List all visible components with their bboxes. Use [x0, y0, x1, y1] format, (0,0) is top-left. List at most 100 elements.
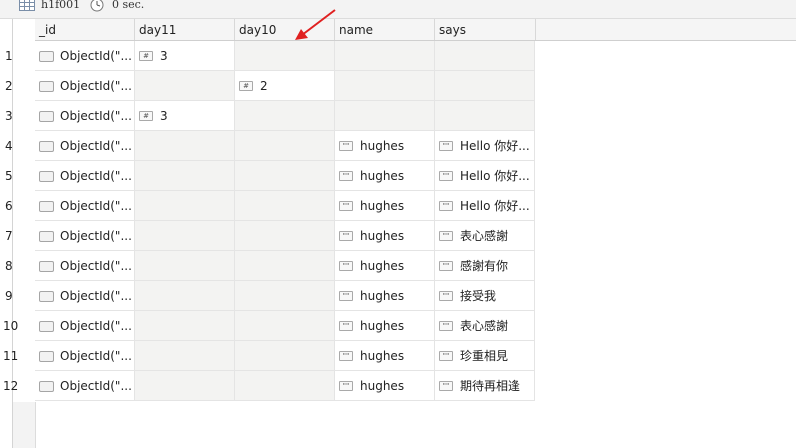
- string-type-icon: "": [339, 291, 353, 301]
- cell-id[interactable]: ObjectId("...: [35, 281, 135, 311]
- cell-id[interactable]: ObjectId("...: [35, 161, 135, 191]
- cell-id[interactable]: ObjectId("...: [35, 41, 135, 71]
- cell-id[interactable]: ObjectId("...: [35, 71, 135, 101]
- row-number[interactable]: 10: [0, 311, 34, 341]
- cell-day10[interactable]: [235, 161, 335, 191]
- cell-name[interactable]: "" hughes: [335, 131, 435, 161]
- cell-day11[interactable]: [135, 341, 235, 371]
- cell-day11[interactable]: [135, 71, 235, 101]
- cell-day10[interactable]: [235, 341, 335, 371]
- cell-says[interactable]: "" 感謝有你: [435, 251, 535, 281]
- cell-name[interactable]: "" hughes: [335, 341, 435, 371]
- cell-day10[interactable]: [235, 221, 335, 251]
- number-type-icon: #: [239, 81, 253, 91]
- cell-day11[interactable]: #3: [135, 41, 235, 71]
- row-number-gutter: 1 2 3 4 5 6 7 8 9 10 11 12: [0, 19, 18, 448]
- cell-id[interactable]: ObjectId("...: [35, 251, 135, 281]
- query-time: 0 sec.: [112, 0, 145, 11]
- cell-id[interactable]: ObjectId("...: [35, 341, 135, 371]
- cell-day11[interactable]: [135, 311, 235, 341]
- cell-says[interactable]: "" Hello 你好...: [435, 131, 535, 161]
- cell-says[interactable]: "" 表心感謝: [435, 221, 535, 251]
- cell-says[interactable]: "" 珍重相見: [435, 341, 535, 371]
- cell-value: 感謝有你: [460, 259, 509, 273]
- row-number[interactable]: 9: [0, 281, 34, 311]
- cell-day11[interactable]: [135, 191, 235, 221]
- row-number[interactable]: 3: [0, 101, 34, 131]
- table-row[interactable]: ObjectId("... #2: [35, 71, 535, 101]
- row-number[interactable]: 2: [0, 71, 34, 101]
- column-header-says[interactable]: says: [435, 19, 536, 40]
- cell-value: ObjectId("...: [60, 79, 132, 93]
- cell-day10[interactable]: [235, 191, 335, 221]
- cell-says[interactable]: "" 接受我: [435, 281, 535, 311]
- row-number[interactable]: 4: [0, 131, 34, 161]
- row-number[interactable]: 1: [0, 41, 34, 71]
- cell-name[interactable]: [335, 101, 435, 131]
- cell-day10[interactable]: [235, 371, 335, 401]
- cell-day10[interactable]: [235, 251, 335, 281]
- table-row[interactable]: ObjectId("... "" hughes "" 表心感謝: [35, 221, 535, 251]
- row-number[interactable]: 7: [0, 221, 34, 251]
- cell-says[interactable]: [435, 41, 535, 71]
- row-number[interactable]: 5: [0, 161, 34, 191]
- string-type-icon: "": [339, 141, 353, 151]
- table-row[interactable]: ObjectId("... "" hughes "" Hello 你好...: [35, 131, 535, 161]
- cell-day11[interactable]: [135, 161, 235, 191]
- table-row[interactable]: ObjectId("... "" hughes "" Hello 你好...: [35, 161, 535, 191]
- column-header-name[interactable]: name: [335, 19, 435, 40]
- cell-day11[interactable]: [135, 281, 235, 311]
- cell-name[interactable]: "" hughes: [335, 311, 435, 341]
- row-number[interactable]: 12: [0, 371, 34, 401]
- row-number[interactable]: 8: [0, 251, 34, 281]
- cell-id[interactable]: ObjectId("...: [35, 191, 135, 221]
- cell-day10[interactable]: [235, 311, 335, 341]
- string-type-icon: "": [439, 141, 453, 151]
- cell-name[interactable]: "" hughes: [335, 251, 435, 281]
- object-type-icon: [39, 321, 54, 332]
- cell-says[interactable]: [435, 71, 535, 101]
- cell-name[interactable]: [335, 41, 435, 71]
- row-number[interactable]: 6: [0, 191, 34, 221]
- cell-value: ObjectId("...: [60, 319, 132, 333]
- cell-says[interactable]: [435, 101, 535, 131]
- cell-day11[interactable]: [135, 371, 235, 401]
- cell-says[interactable]: "" 期待再相逢: [435, 371, 535, 401]
- table-row[interactable]: ObjectId("... "" hughes "" 感謝有你: [35, 251, 535, 281]
- cell-day10[interactable]: [235, 101, 335, 131]
- cell-says[interactable]: "" Hello 你好...: [435, 161, 535, 191]
- table-row[interactable]: ObjectId("... "" hughes "" 期待再相逢: [35, 371, 535, 401]
- table-row[interactable]: ObjectId("... "" hughes "" 表心感謝: [35, 311, 535, 341]
- cell-day10[interactable]: #2: [235, 71, 335, 101]
- cell-id[interactable]: ObjectId("...: [35, 131, 135, 161]
- cell-name[interactable]: "" hughes: [335, 371, 435, 401]
- table-row[interactable]: ObjectId("... "" hughes "" Hello 你好...: [35, 191, 535, 221]
- string-type-icon: "": [439, 231, 453, 241]
- cell-day11[interactable]: #3: [135, 101, 235, 131]
- cell-day10[interactable]: [235, 281, 335, 311]
- column-header-id[interactable]: _id: [35, 19, 135, 40]
- table-row[interactable]: ObjectId("... "" hughes "" 接受我: [35, 281, 535, 311]
- cell-name[interactable]: "" hughes: [335, 191, 435, 221]
- cell-id[interactable]: ObjectId("...: [35, 311, 135, 341]
- table-row[interactable]: ObjectId("... "" hughes "" 珍重相見: [35, 341, 535, 371]
- cell-id[interactable]: ObjectId("...: [35, 101, 135, 131]
- column-header-day11[interactable]: day11: [135, 19, 235, 40]
- cell-name[interactable]: [335, 71, 435, 101]
- table-row[interactable]: ObjectId("... #3: [35, 101, 535, 131]
- string-type-icon: "": [439, 381, 453, 391]
- cell-name[interactable]: "" hughes: [335, 281, 435, 311]
- cell-says[interactable]: "" 表心感謝: [435, 311, 535, 341]
- cell-day11[interactable]: [135, 221, 235, 251]
- cell-says[interactable]: "" Hello 你好...: [435, 191, 535, 221]
- cell-id[interactable]: ObjectId("...: [35, 371, 135, 401]
- cell-day10[interactable]: [235, 131, 335, 161]
- cell-id[interactable]: ObjectId("...: [35, 221, 135, 251]
- row-number[interactable]: 11: [0, 341, 34, 371]
- cell-name[interactable]: "" hughes: [335, 161, 435, 191]
- cell-day11[interactable]: [135, 131, 235, 161]
- cell-day10[interactable]: [235, 41, 335, 71]
- cell-day11[interactable]: [135, 251, 235, 281]
- cell-name[interactable]: "" hughes: [335, 221, 435, 251]
- table-row[interactable]: ObjectId("... #3: [35, 41, 535, 71]
